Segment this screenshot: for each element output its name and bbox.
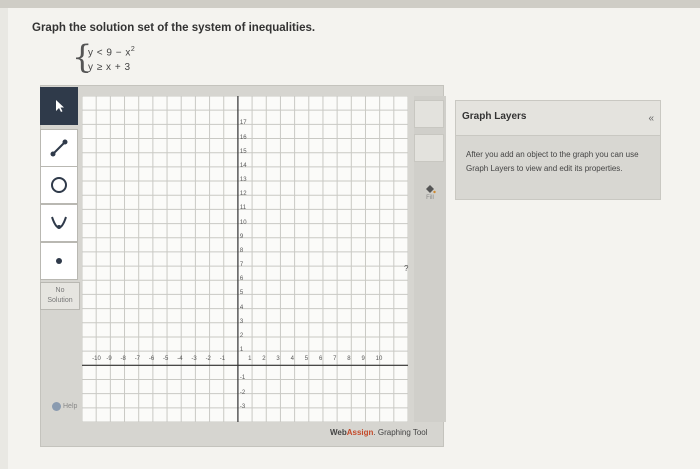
parabola-icon	[51, 216, 67, 229]
graph-layers-title: Graph Layers	[462, 111, 527, 122]
pointer-tool-button[interactable]	[40, 87, 78, 125]
question-mark: ?	[404, 264, 409, 273]
y-tick-label: 3	[239, 318, 244, 325]
help-label: Help	[63, 403, 78, 410]
no-solution-label: No Solution	[47, 287, 73, 304]
x-tick-label: -3	[191, 356, 197, 363]
x-tick-label: 8	[347, 356, 351, 363]
y-tick-label: 6	[239, 276, 244, 283]
x-tick-label: -6	[148, 356, 155, 363]
question-prompt: Graph the solution set of the system of …	[32, 22, 316, 34]
graph-layers-info: After you add an object to the graph you…	[466, 150, 639, 173]
help-link[interactable]: Help	[52, 402, 77, 411]
pointer-arrow-icon	[56, 100, 64, 112]
y-tick-label: 17	[239, 120, 247, 127]
webassign-branding: WebAssign. Graphing Tool	[330, 428, 428, 437]
top-bar	[0, 0, 700, 8]
y-tick-label: 15	[239, 148, 247, 155]
y-tick-label: 13	[239, 177, 247, 184]
x-tick-label: -4	[177, 356, 183, 363]
x-tick-label: -1	[219, 356, 226, 363]
x-tick-label: -7	[134, 356, 141, 363]
x-tick-label: -5	[163, 356, 169, 363]
y-tick-label: 1	[239, 347, 244, 354]
y-tick-label: 7	[239, 262, 244, 269]
inequality-1: y < 9 − x2	[88, 46, 136, 59]
x-tick-label: -10	[92, 356, 101, 363]
x-tick-label: -8	[120, 356, 126, 363]
x-tick-label: -2	[205, 356, 211, 363]
circle-tool-button[interactable]	[40, 166, 78, 204]
point-tool-button[interactable]	[40, 242, 78, 280]
x-tick-label: 5	[304, 356, 309, 363]
brand-part-2: Assign	[346, 428, 374, 437]
y-tick-label: 8	[239, 247, 244, 254]
inequality-system: { y < 9 − x2 y ≥ x + 3	[72, 38, 192, 76]
grid-svg[interactable]	[82, 96, 408, 422]
y-tick-label: 5	[239, 290, 244, 297]
y-tick-label: 11	[239, 205, 247, 212]
x-tick-label: 6	[318, 356, 323, 363]
parabola-tool-button[interactable]	[40, 204, 78, 242]
x-tick-label: 7	[333, 356, 337, 363]
delete-button[interactable]	[414, 134, 444, 162]
circle-icon	[51, 177, 67, 193]
no-solution-button[interactable]: No Solution	[40, 282, 80, 310]
brand-part-3: . Graphing Tool	[373, 428, 428, 437]
x-tick-label: 3	[276, 356, 280, 363]
help-icon	[52, 402, 61, 411]
x-tick-label: 2	[262, 356, 266, 363]
y-tick-label: 14	[239, 162, 247, 169]
y-tick-label: -2	[239, 389, 246, 396]
graph-layers-body: After you add an object to the graph you…	[456, 135, 660, 199]
x-tick-label: 10	[375, 356, 383, 363]
y-tick-label: 10	[239, 219, 247, 226]
x-tick-label: -9	[106, 356, 112, 363]
y-tick-label: 9	[239, 233, 244, 240]
coordinate-grid[interactable]	[82, 96, 408, 422]
x-tick-label: 4	[290, 356, 294, 363]
fill-label: Fill	[426, 195, 434, 201]
y-tick-label: 4	[239, 304, 244, 311]
y-tick-label: 2	[239, 332, 244, 339]
line-tool-button[interactable]	[40, 129, 78, 167]
inequality-2: y ≥ x + 3	[88, 62, 131, 73]
y-tick-label: 16	[239, 134, 247, 141]
fill-button[interactable]: Fill	[418, 180, 442, 204]
side-button-1[interactable]	[414, 100, 444, 128]
point-icon	[56, 258, 62, 264]
collapse-button[interactable]: «	[648, 113, 654, 124]
brand-part-1: Web	[330, 428, 347, 437]
x-tick-label: 9	[361, 356, 365, 363]
paint-bucket-icon	[426, 185, 436, 194]
line-segment-icon	[50, 139, 68, 157]
y-tick-label: -3	[239, 403, 246, 410]
y-tick-label: 12	[239, 191, 247, 198]
x-tick-label: 1	[248, 356, 252, 363]
y-tick-label: -1	[239, 375, 246, 382]
graph-layers-panel: Graph Layers « After you add an object t…	[455, 100, 661, 200]
